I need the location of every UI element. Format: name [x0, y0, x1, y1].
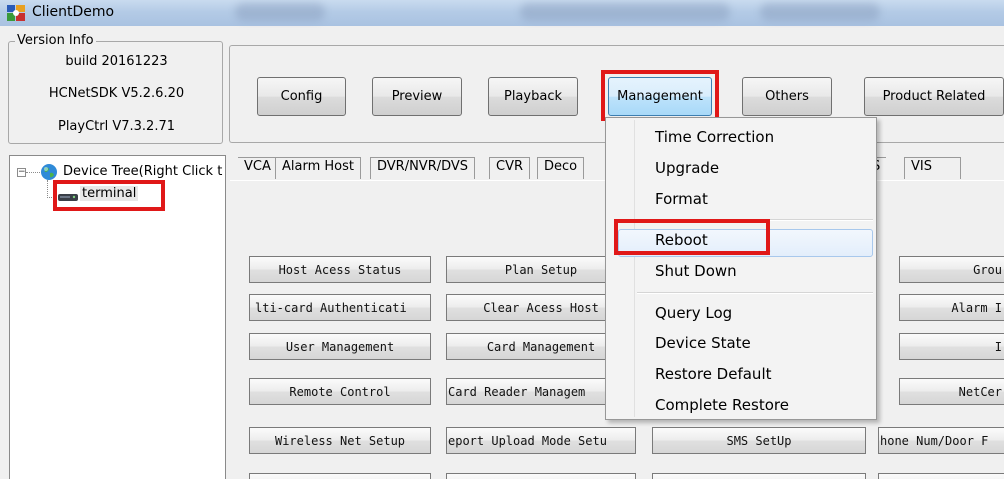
blurred-region	[235, 3, 325, 21]
build-label: build 20161223	[65, 54, 168, 69]
blurred-region	[760, 3, 880, 21]
tree-line	[47, 180, 48, 198]
app-icon	[7, 5, 25, 21]
menu-item-restore-default[interactable]: Restore Default	[655, 365, 772, 383]
menu-item-format[interactable]: Format	[655, 190, 708, 208]
menu-item-time-correction[interactable]: Time Correction	[655, 128, 774, 146]
window-title: ClientDemo	[32, 4, 115, 20]
menu-separator	[637, 292, 873, 294]
playback-button[interactable]: Playback	[488, 77, 578, 116]
tab-alarm-host[interactable]: Alarm Host	[275, 157, 361, 179]
title-bar: ClientDemo	[0, 0, 1004, 26]
menu-item-upgrade[interactable]: Upgrade	[655, 159, 719, 177]
wireless-net-setup-button[interactable]: Wireless Net Setup	[249, 427, 431, 454]
menu-item-device-state[interactable]: Device State	[655, 334, 751, 352]
tab-vca[interactable]: VCA	[238, 157, 278, 179]
netcenter-button[interactable]: NetCer	[899, 378, 1004, 405]
playctrl-version-label: PlayCtrl V7.3.2.71	[57, 119, 176, 134]
sms-setup-button[interactable]: SMS SetUp	[652, 427, 866, 454]
management-dropdown-menu: Time Correction Upgrade Format Reboot Sh…	[605, 117, 877, 420]
tree-line	[26, 172, 40, 173]
host-acess-status-button[interactable]: Host Acess Status	[249, 256, 431, 283]
menu-gutter	[634, 120, 635, 417]
partial-right-button[interactable]: I	[899, 333, 1004, 360]
tab-cvr[interactable]: CVR	[489, 157, 531, 179]
tree-root-label[interactable]: Device Tree(Right Click t	[63, 164, 222, 179]
management-highlight	[601, 70, 719, 121]
menu-item-complete-restore[interactable]: Complete Restore	[655, 396, 789, 414]
phone-num-door-button[interactable]: hone Num/Door F	[878, 427, 1004, 454]
config-button[interactable]: Config	[257, 77, 346, 116]
remote-control-button[interactable]: Remote Control	[249, 378, 431, 405]
terminal-highlight	[53, 180, 165, 211]
preview-button[interactable]: Preview	[372, 77, 462, 116]
globe-icon	[41, 164, 57, 180]
tab-dvr-nvr-dvs[interactable]: DVR/NVR/DVS	[370, 157, 476, 179]
alarm-button[interactable]: Alarm I	[899, 294, 1004, 321]
others-button[interactable]: Others	[742, 77, 832, 116]
product-related-button[interactable]: Product Related	[864, 77, 1004, 116]
tab-deco[interactable]: Deco	[537, 157, 585, 179]
blurred-region	[520, 3, 730, 21]
tab-vis[interactable]: VIS	[904, 157, 961, 179]
version-info-legend: Version Info	[15, 33, 96, 48]
tree-collapse-icon[interactable]: −	[17, 168, 26, 177]
reboot-highlight	[614, 219, 770, 255]
multi-card-authentication-button[interactable]: lti-card Authenticati	[249, 294, 431, 321]
partial-button[interactable]	[652, 473, 866, 479]
menu-item-query-log[interactable]: Query Log	[655, 304, 732, 322]
version-info-group: Version Info build 20161223 HCNetSDK V5.…	[8, 33, 223, 144]
menu-item-shut-down[interactable]: Shut Down	[655, 262, 737, 280]
group-button[interactable]: Grou	[899, 256, 1004, 283]
partial-button[interactable]	[446, 473, 636, 479]
report-upload-mode-setup-button[interactable]: eport Upload Mode Setu	[446, 427, 636, 454]
partial-button[interactable]	[249, 473, 431, 479]
sdk-version-label: HCNetSDK V5.2.6.20	[48, 86, 185, 101]
partial-button[interactable]	[878, 473, 1004, 479]
user-management-button[interactable]: User Management	[249, 333, 431, 360]
